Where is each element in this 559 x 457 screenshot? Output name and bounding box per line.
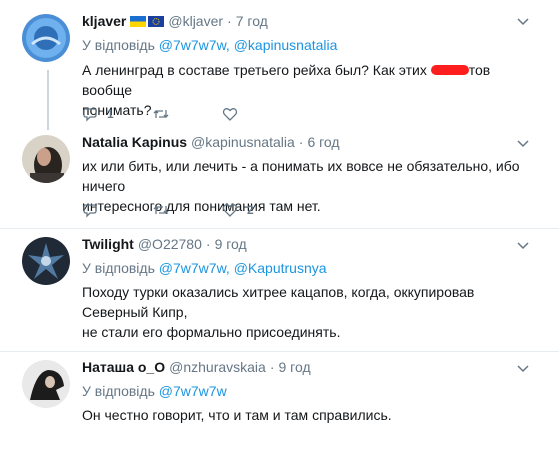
avatar[interactable] [22, 237, 70, 285]
mention-link[interactable]: @7w7w7w [159, 383, 227, 399]
separator-dot: · [227, 13, 232, 29]
ukraine-flag-icon [130, 15, 147, 27]
tweet-text-part: А ленинград в составе третьего рейха был… [82, 62, 427, 78]
chevron-down-icon[interactable] [517, 362, 529, 374]
avatar[interactable] [22, 135, 70, 183]
tweet-header: Наташа о_О @nzhuravskaia · 9 год [82, 359, 311, 375]
redaction-mark [430, 64, 469, 75]
reply-prefix: У відповідь [82, 383, 155, 399]
author-name[interactable]: Natalia Kapinus [82, 134, 187, 150]
reply-icon [83, 204, 97, 218]
retweet-button[interactable] [152, 106, 222, 122]
tweet-text-part: их или бить, или лечить - а понимать их … [82, 158, 520, 194]
tweet-time[interactable]: 9 год [279, 359, 311, 375]
reply-prefix: У відповідь [82, 260, 155, 276]
eu-flag-icon [148, 15, 165, 27]
mention-link[interactable]: @7w7w7w, [159, 260, 230, 276]
tweet-divider [0, 351, 559, 352]
tweet-time[interactable]: 9 год [215, 236, 247, 252]
author-handle[interactable]: @O22780 [138, 236, 202, 252]
tweet-actions: 1 [82, 106, 292, 122]
retweet-button[interactable] [152, 202, 222, 218]
reply-icon [83, 108, 97, 122]
avatar[interactable] [22, 360, 70, 408]
tweet-header: Twilight @O22780 · 9 год [82, 236, 247, 252]
reply-count: 1 [107, 107, 114, 121]
like-count: 2 [247, 203, 254, 217]
author-handle[interactable]: @kapinusnatalia [191, 134, 295, 150]
tweet-time[interactable]: 6 год [307, 134, 339, 150]
tweet-text: Походу турки оказались хитрее кацапов, к… [82, 282, 532, 342]
thread-line [47, 70, 49, 130]
chevron-down-icon[interactable] [517, 137, 529, 149]
tweet-text-part: Походу турки оказались хитрее кацапов, к… [82, 284, 475, 320]
tweet-text: Он честно говорит, что и там и там справ… [82, 405, 532, 425]
tweet-text-part: Он честно говорит, что и там и там справ… [82, 407, 392, 423]
author-name[interactable]: kljaver [82, 13, 126, 29]
heart-icon [222, 204, 238, 217]
author-name[interactable]: Twilight [82, 236, 134, 252]
reply-button[interactable]: 1 [82, 106, 152, 122]
retweet-icon [153, 110, 169, 118]
tweet-header: Natalia Kapinus @kapinusnatalia · 6 год [82, 134, 340, 150]
tweet-time[interactable]: 7 год [236, 13, 268, 29]
separator-dot: · [298, 134, 304, 150]
chevron-down-icon[interactable] [517, 15, 529, 27]
separator-dot: · [205, 236, 211, 252]
author-handle[interactable]: @kljaver [168, 13, 223, 29]
reply-to: У відповідь @7w7w7w [82, 383, 227, 399]
like-button[interactable] [222, 106, 292, 122]
reply-to: У відповідь @7w7w7w, @kapinusnatalia [82, 37, 337, 53]
heart-icon [222, 108, 238, 121]
tweet-text-part: не стали его формально присоединять. [82, 324, 341, 340]
tweet-actions: 2 [82, 202, 292, 218]
avatar[interactable] [22, 14, 70, 62]
mention-link[interactable]: @kapinusnatalia [234, 37, 338, 53]
chevron-down-icon[interactable] [517, 239, 529, 251]
separator-dot: · [269, 359, 275, 375]
reply-to: У відповідь @7w7w7w, @Kaputrusnya [82, 260, 327, 276]
like-button[interactable]: 2 [222, 202, 292, 218]
mention-link[interactable]: @Kaputrusnya [234, 260, 327, 276]
author-name[interactable]: Наташа о_О [82, 359, 165, 375]
reply-prefix: У відповідь [82, 37, 155, 53]
tweet-header: kljaver @kljaver · 7 год [82, 13, 268, 29]
tweet-divider [0, 228, 559, 229]
retweet-icon [153, 206, 169, 214]
reply-button[interactable] [82, 202, 152, 218]
mention-link[interactable]: @7w7w7w, [159, 37, 230, 53]
author-handle[interactable]: @nzhuravskaia [169, 359, 266, 375]
